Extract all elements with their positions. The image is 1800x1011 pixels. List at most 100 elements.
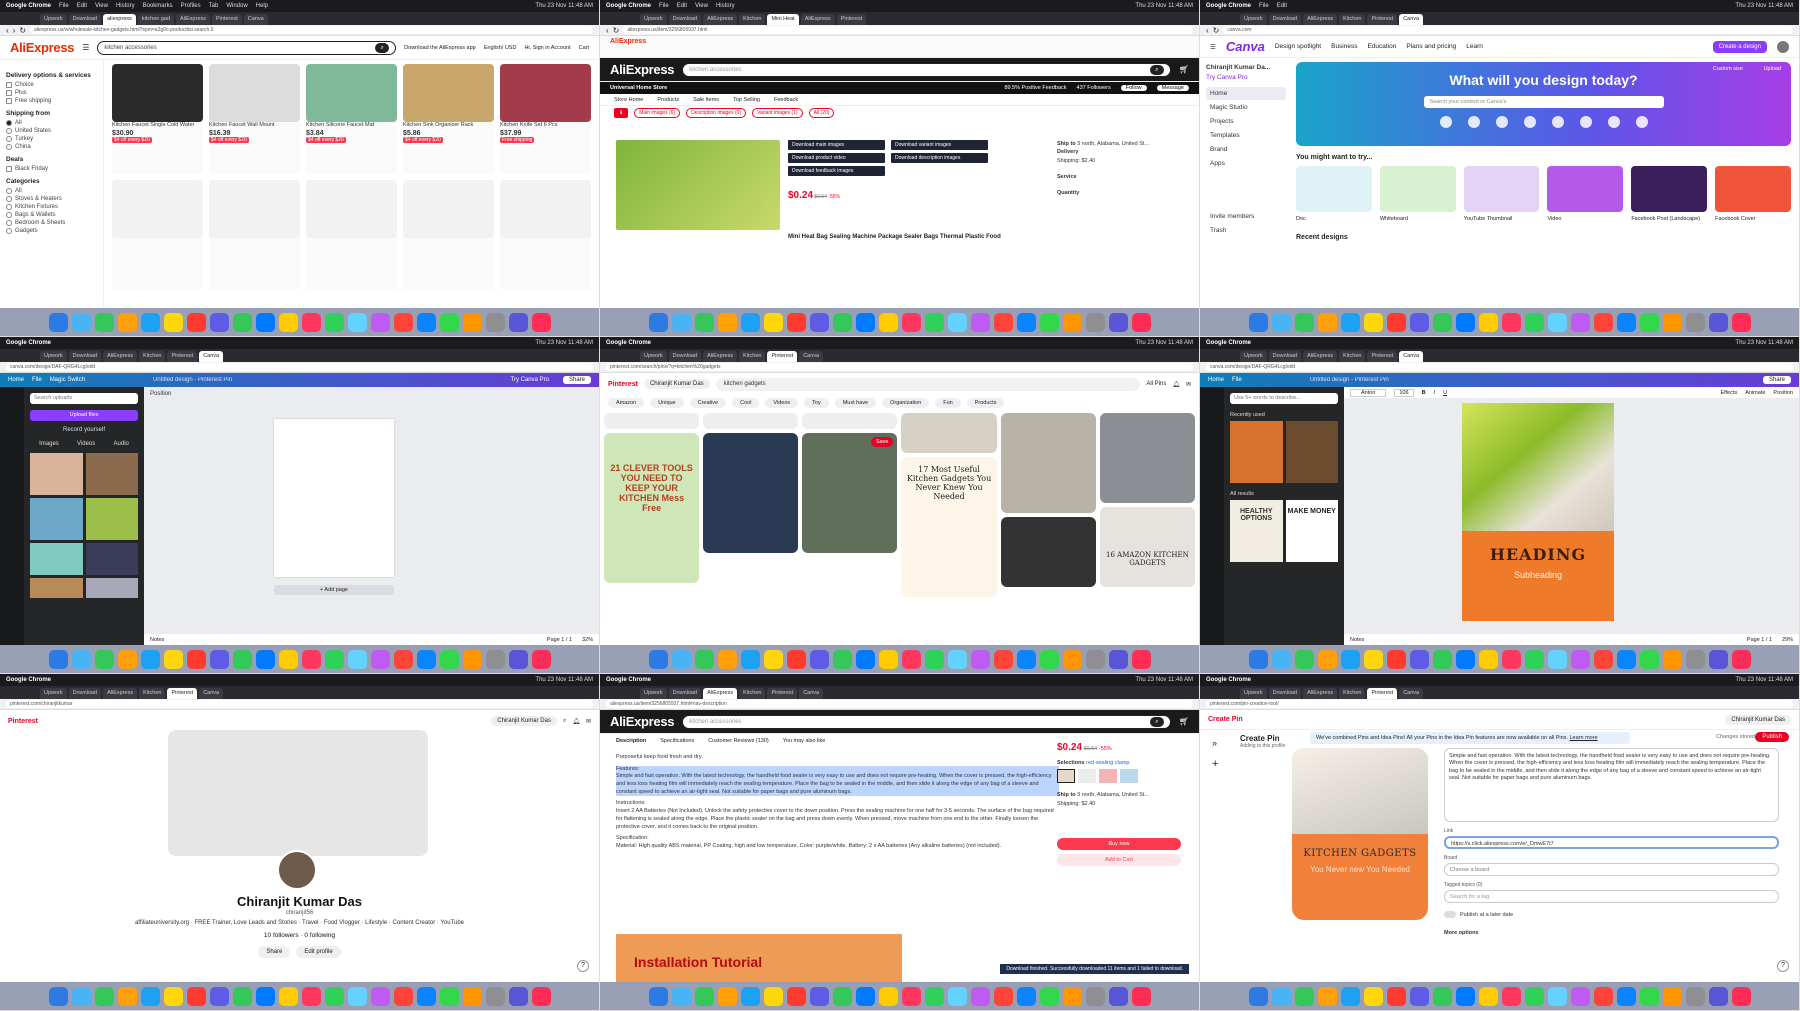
dock-app-icon[interactable] <box>301 312 321 332</box>
dl-tab-description[interactable]: Description images (0) <box>686 108 747 118</box>
upload-files-button[interactable]: Upload files <box>30 410 138 421</box>
dock-app-icon[interactable] <box>1639 312 1659 332</box>
browser-tab[interactable]: Canva <box>243 14 268 25</box>
cart-icon[interactable]: 🛒︎ <box>1179 717 1189 726</box>
upload-thumb[interactable] <box>85 453 138 495</box>
browser-tab[interactable]: Download <box>68 688 102 699</box>
dock-app-icon[interactable] <box>970 649 990 669</box>
dl-variant-images[interactable]: Download variant images <box>891 140 988 150</box>
dock-app-icon[interactable] <box>439 986 459 1006</box>
pinterest-logo[interactable]: Pinterest <box>8 718 38 725</box>
dock-app-icon[interactable] <box>878 312 898 332</box>
dock-app-icon[interactable] <box>186 649 206 669</box>
dock-app-icon[interactable] <box>1524 312 1544 332</box>
dock-app-icon[interactable] <box>1501 649 1521 669</box>
dock-app-icon[interactable] <box>1131 986 1151 1006</box>
dock-app-icon[interactable] <box>1386 986 1406 1006</box>
filter-turkey[interactable]: Turkey <box>6 136 97 142</box>
pin-card[interactable]: Save <box>802 433 898 553</box>
browser-tab-active[interactable]: Canva <box>1399 14 1424 25</box>
browser-tab[interactable]: Download <box>668 351 702 362</box>
dock-app-icon[interactable] <box>117 986 137 1006</box>
dock-app-icon[interactable] <box>1131 649 1151 669</box>
dock-app-icon[interactable] <box>1294 986 1314 1006</box>
dock-app-icon[interactable] <box>1039 312 1059 332</box>
dock-app-icon[interactable] <box>740 649 760 669</box>
dock-app-icon[interactable] <box>993 312 1013 332</box>
dl-tab-variant[interactable]: Variant images (1) <box>752 108 803 118</box>
browser-tab[interactable]: Canva <box>199 688 224 699</box>
url-field[interactable]: aliexpress.us/item/3256805937.html#nav-d… <box>606 700 1193 708</box>
sidebar-item-magic[interactable]: Magic Studio <box>1206 101 1286 114</box>
dock-app-icon[interactable] <box>370 649 390 669</box>
menu-view[interactable]: View <box>695 3 708 9</box>
dock-app-icon[interactable] <box>878 649 898 669</box>
edit-profile-button[interactable]: Edit profile <box>296 946 341 958</box>
ship-address[interactable]: 3 north, Alabama, United St... <box>1077 141 1149 147</box>
upload-thumb[interactable] <box>30 498 83 540</box>
dock-app-icon[interactable] <box>1271 986 1291 1006</box>
pin-card[interactable]: 21 CLEVER TOOLS YOU NEED TO KEEP YOUR KI… <box>604 433 700 583</box>
user-chip[interactable]: Chiranjit Kumar Das <box>643 379 710 389</box>
store-nav-item[interactable]: Feedback <box>774 97 798 103</box>
dock-app-icon[interactable] <box>1708 649 1728 669</box>
pin-card[interactable]: 16 AMAZON KITCHEN GADGETS <box>1099 507 1195 587</box>
store-nav-item[interactable]: Sale Items <box>693 97 719 103</box>
category-icon[interactable] <box>1635 116 1648 128</box>
dock-app-icon[interactable] <box>1039 986 1059 1006</box>
dock-app-icon[interactable] <box>186 312 206 332</box>
dock-app-icon[interactable] <box>48 986 68 1006</box>
dock-app-icon[interactable] <box>439 649 459 669</box>
category-item[interactable]: Bedroom & Sheets <box>6 220 97 226</box>
upload-thumb[interactable] <box>85 498 138 540</box>
pin-card[interactable]: 17 Most Useful Kitchen Gadgets You Never… <box>901 457 997 597</box>
browser-tab-active[interactable]: Pinterest <box>767 351 798 362</box>
dock-app-icon[interactable] <box>694 986 714 1006</box>
upload-thumb[interactable] <box>85 543 138 575</box>
menu-file[interactable]: File <box>1259 3 1269 9</box>
dock-app-icon[interactable] <box>255 649 275 669</box>
browser-tab[interactable]: Pinterest <box>1367 14 1398 25</box>
radio-icon[interactable] <box>6 196 12 202</box>
chat-icon[interactable]: ✉ <box>1186 381 1191 388</box>
dock-app-icon[interactable] <box>1317 312 1337 332</box>
dock-app-icon[interactable] <box>694 649 714 669</box>
product-card[interactable]: Kitchen Silicone Faucet Mat $3.84 $4 off e… <box>306 64 397 174</box>
chip[interactable]: Creative <box>689 398 727 408</box>
dock-app-icon[interactable] <box>163 986 183 1006</box>
design-page[interactable]: HEADING Subheading <box>1462 403 1614 621</box>
dock-app-icon[interactable] <box>1662 986 1682 1006</box>
chip[interactable]: Toy <box>804 398 829 408</box>
dock-app-icon[interactable] <box>1016 312 1036 332</box>
sidebar-item-trash[interactable]: Trash <box>1206 224 1286 237</box>
dock-app-icon[interactable] <box>1478 986 1498 1006</box>
save-button[interactable]: Save <box>870 437 894 447</box>
chip[interactable]: Amazon <box>608 398 645 408</box>
back-icon[interactable]: ‹ <box>1206 26 1209 35</box>
dock-app-icon[interactable] <box>1409 649 1429 669</box>
dock-app-icon[interactable] <box>1062 986 1082 1006</box>
file-menu[interactable]: File <box>1232 377 1242 383</box>
dock-app-icon[interactable] <box>1108 312 1128 332</box>
dock-app-icon[interactable] <box>1409 312 1429 332</box>
reload-icon[interactable]: ↻ <box>1213 26 1220 35</box>
dock-app-icon[interactable] <box>671 312 691 332</box>
dock-app-icon[interactable] <box>1639 649 1659 669</box>
dock-app-icon[interactable] <box>1478 312 1498 332</box>
nav-item[interactable]: Education <box>1367 43 1396 50</box>
dock-app-icon[interactable] <box>531 986 551 1006</box>
pin-search-input[interactable]: kitchen gadgets <box>715 377 1141 391</box>
browser-tab[interactable]: Kitchen <box>739 14 766 25</box>
dock-app-icon[interactable] <box>347 649 367 669</box>
dock-app-icon[interactable] <box>71 312 91 332</box>
tab-images[interactable]: Images <box>39 441 59 447</box>
browser-tab[interactable]: AliExpress <box>800 14 835 25</box>
browser-tab[interactable]: Upwork <box>1240 14 1267 25</box>
product-image[interactable] <box>306 64 397 122</box>
browser-tab[interactable]: Upwork <box>40 351 67 362</box>
zoom-level[interactable]: 29% <box>1782 637 1793 643</box>
ae-logo[interactable]: AliExpress <box>610 714 675 729</box>
dock-app-icon[interactable] <box>740 312 760 332</box>
dock-app-icon[interactable] <box>970 312 990 332</box>
browser-tab[interactable]: AliExpress <box>703 351 738 362</box>
